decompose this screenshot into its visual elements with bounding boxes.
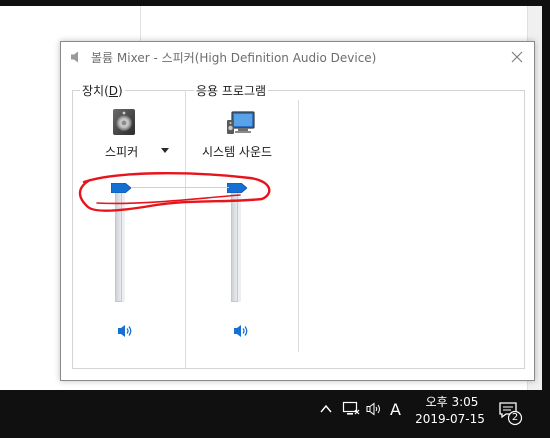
- volume-mixer-window: 볼륨 Mixer - 스피커(High Definition Audio Dev…: [60, 41, 535, 381]
- notification-count-badge: 2: [511, 412, 519, 423]
- system-sounds-volume-slider-thumb[interactable]: [227, 183, 247, 193]
- clock-date[interactable]: 2019-07-15: [412, 412, 488, 426]
- volume-icon[interactable]: [366, 402, 384, 416]
- title-bar[interactable]: 볼륨 Mixer - 스피커(High Definition Audio Dev…: [61, 42, 534, 72]
- device-volume-slider-thumb[interactable]: [111, 183, 131, 193]
- close-icon: [511, 51, 523, 63]
- chevron-up-icon[interactable]: [320, 404, 332, 414]
- app-name-system-sounds: 시스템 사운드: [202, 145, 273, 159]
- device-volume-slider[interactable]: [115, 187, 122, 302]
- background-divider: [140, 6, 141, 42]
- device-section-label[interactable]: 장치(D): [80, 82, 125, 99]
- applications-column-divider: [298, 100, 299, 352]
- applications-section-label: 응용 프로그램: [194, 82, 269, 99]
- network-icon[interactable]: [342, 401, 360, 417]
- system-sounds-volume-slider[interactable]: [231, 187, 238, 302]
- device-dropdown-chevron-down-icon[interactable]: [161, 148, 169, 153]
- window-title: 볼륨 Mixer - 스피커(High Definition Audio Dev…: [91, 51, 377, 65]
- device-mute-button[interactable]: [117, 323, 135, 339]
- notification-center-button[interactable]: 2: [498, 400, 524, 426]
- device-name[interactable]: 스피커: [105, 143, 138, 160]
- clock-time[interactable]: 오후 3:05: [422, 393, 482, 410]
- system-sounds-icon[interactable]: [226, 108, 258, 138]
- system-sounds-mute-button[interactable]: [233, 323, 251, 339]
- speaker-icon: [234, 325, 248, 337]
- close-button[interactable]: [500, 42, 534, 72]
- speaker-device-icon[interactable]: [111, 108, 137, 136]
- speaker-icon: [118, 325, 132, 337]
- volume-link-line: [131, 187, 229, 188]
- speaker-icon: [71, 51, 78, 63]
- ime-indicator[interactable]: A: [390, 400, 401, 419]
